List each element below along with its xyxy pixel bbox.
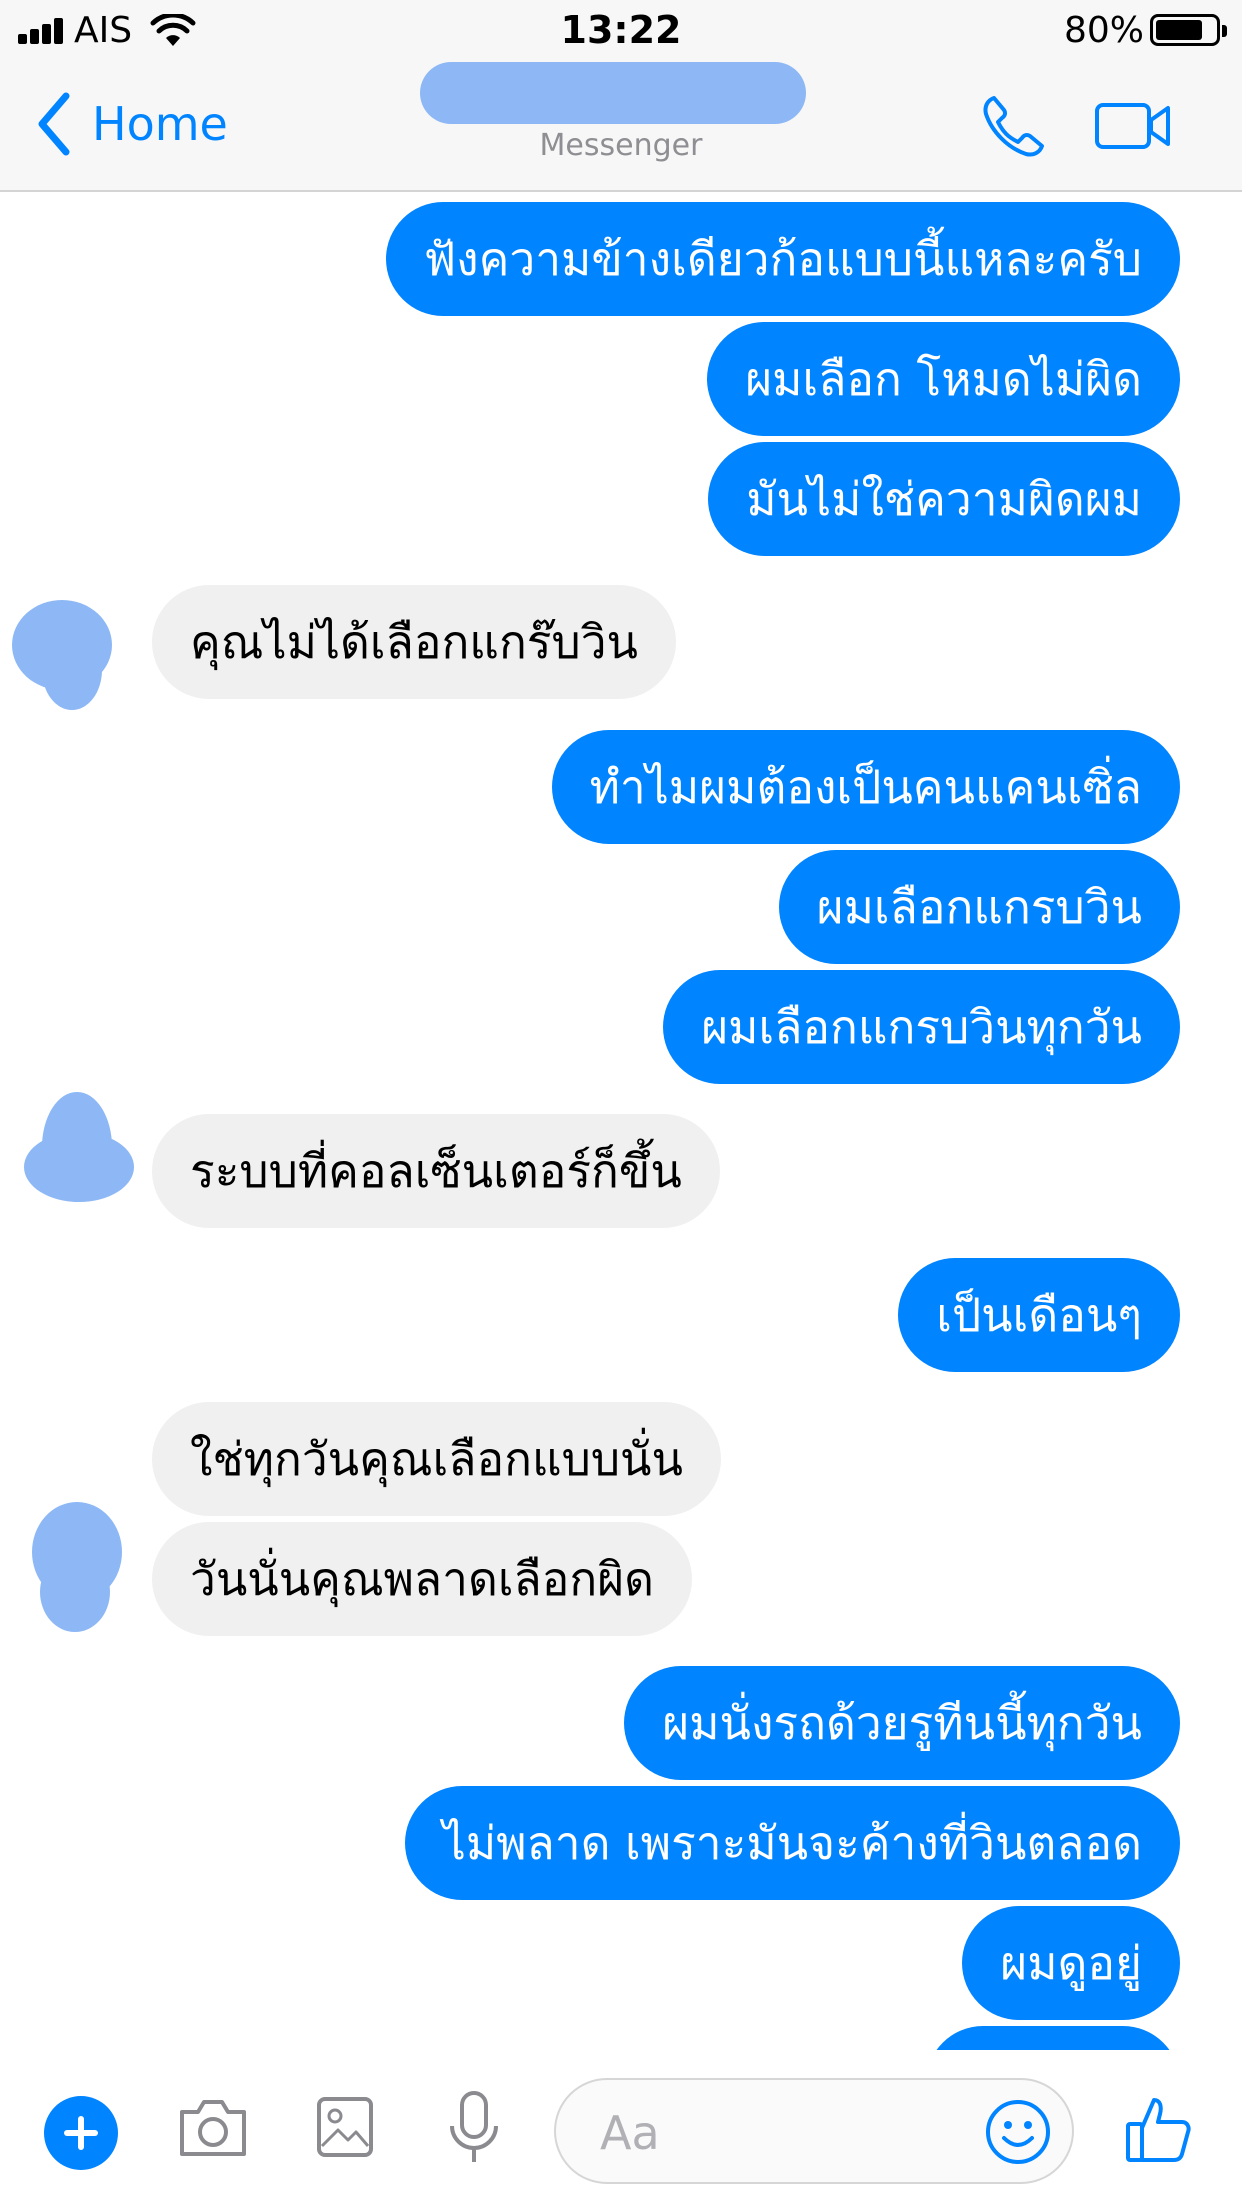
message-outgoing[interactable]: ฟังความข้างเดียวก้อแบบนี้แหละครับ — [385, 202, 1180, 316]
message-incoming[interactable]: ระบบที่คอลเซ็นเตอร์ก็ขึ้น — [152, 1114, 720, 1228]
avatar[interactable] — [12, 590, 132, 720]
message-outgoing[interactable]: มันไม่ใช่ความผิดผม — [708, 442, 1180, 556]
message-list[interactable]: ฟังความข้างเดียวก้อแบบนี้แหละครับ ผมเลือ… — [0, 192, 1242, 2050]
contact-name-redacted[interactable] — [420, 62, 806, 124]
image-icon[interactable] — [316, 2096, 374, 2158]
message-outgoing[interactable]: ผมเลือก โหมดไม่ผิด — [707, 322, 1180, 436]
message-input[interactable]: Aa — [554, 2078, 1074, 2184]
message-input-placeholder: Aa — [600, 2106, 660, 2160]
message-incoming[interactable]: ใช่ทุกวันคุณเลือกแบบนั่น — [152, 1402, 721, 1516]
message-outgoing[interactable]: ไม่พลาด เพราะมันจะค้างที่วินตลอด — [404, 1786, 1180, 1900]
message-incoming[interactable]: คุณไม่ได้เลือกแกร๊บวิน — [152, 585, 676, 699]
smile-icon[interactable] — [984, 2098, 1052, 2166]
message-outgoing[interactable]: ผมเลือกแกรบวิน — [778, 850, 1180, 964]
message-outgoing-partial[interactable] — [926, 2026, 1180, 2050]
message-outgoing[interactable]: เป็นเดือนๆ — [898, 1258, 1180, 1372]
message-outgoing[interactable]: ผมดูอยู่ — [962, 1906, 1180, 2020]
battery-icon — [1150, 14, 1227, 46]
plus-icon[interactable] — [44, 2096, 118, 2170]
conversation-header: Home Messenger — [0, 62, 1242, 192]
composer-toolbar: Aa — [0, 2050, 1242, 2208]
message-outgoing[interactable]: ผมนั่งรถด้วยรูทีนนี้ทุกวัน — [624, 1666, 1180, 1780]
status-bar: AIS 13:22 80% — [0, 0, 1242, 62]
avatar[interactable] — [12, 1502, 132, 1632]
video-icon[interactable] — [1094, 100, 1172, 152]
camera-icon[interactable] — [176, 2096, 250, 2160]
thumbs-up-icon[interactable] — [1124, 2094, 1192, 2164]
message-outgoing[interactable]: ทำไมผมต้องเป็นคนแคนเซิ่ล — [551, 730, 1180, 844]
message-incoming[interactable]: วันนั่นคุณพลาดเลือกผิด — [152, 1522, 693, 1636]
message-outgoing[interactable]: ผมเลือกแกรบวินทุกวัน — [663, 970, 1180, 1084]
header-subtitle: Messenger — [539, 128, 703, 163]
phone-icon[interactable] — [980, 94, 1046, 160]
battery-percent: 80% — [1064, 10, 1145, 51]
microphone-icon[interactable] — [448, 2090, 500, 2166]
clock: 13:22 — [560, 8, 682, 52]
avatar[interactable] — [12, 1092, 134, 1222]
